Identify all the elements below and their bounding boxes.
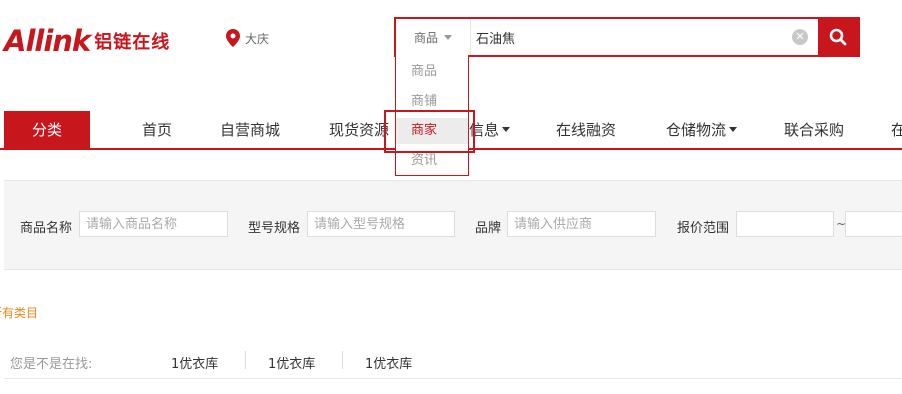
site-logo[interactable]: Allink 铝链在线 <box>4 24 171 58</box>
nav-item-label: 联合采购 <box>784 121 845 139</box>
all-categories-link[interactable]: 所有类目 <box>0 304 38 320</box>
search-bar: 商品 ✕ <box>394 17 860 57</box>
chevron-down-icon <box>729 127 738 132</box>
logo-chinese-name: 铝链在线 <box>94 32 171 53</box>
location-pin-icon <box>226 29 240 47</box>
search-type-select[interactable]: 商品 <box>396 19 471 55</box>
dropdown-option-product[interactable]: 商品 <box>396 59 468 85</box>
highlight-box <box>384 110 475 153</box>
search-input[interactable] <box>476 19 776 55</box>
location-selector[interactable]: 大庆 <box>226 29 269 47</box>
price-max-input[interactable] <box>845 211 902 237</box>
suggestion-link[interactable]: 1优衣库 <box>171 353 218 372</box>
suggestion-link[interactable]: 1优衣库 <box>365 353 412 372</box>
suggestion-divider <box>245 351 246 369</box>
search-type-label: 商品 <box>413 30 438 45</box>
logo-text: Allink <box>4 24 91 58</box>
nav-item-label: 自营商城 <box>220 121 281 139</box>
chevron-down-icon <box>502 127 511 132</box>
suggestion-label: 您是不是在找: <box>10 357 93 372</box>
nav-item-label: 在线融资 <box>556 121 617 139</box>
search-icon <box>829 28 847 46</box>
nav-item-label: 在 <box>891 121 902 139</box>
nav-item-truncated[interactable]: 在 <box>891 111 902 148</box>
suggestion-divider <box>342 351 343 369</box>
nav-item-joint-purchase[interactable]: 联合采购 <box>784 111 844 148</box>
nav-item-label: 现货资源 <box>329 121 390 139</box>
product-name-label: 商品名称 <box>20 221 73 236</box>
search-button[interactable] <box>818 19 858 55</box>
nav-item-logistics[interactable]: 仓储物流 <box>666 111 738 148</box>
spec-label: 型号规格 <box>248 221 301 236</box>
brand-label: 品牌 <box>475 221 502 236</box>
nav-item-self-mall[interactable]: 自营商城 <box>220 111 280 148</box>
spec-input[interactable] <box>307 211 455 237</box>
brand-input[interactable] <box>507 211 656 237</box>
location-city: 大庆 <box>245 31 270 46</box>
category-button[interactable]: 分类 <box>4 111 90 148</box>
nav-item-home[interactable]: 首页 <box>142 111 172 148</box>
suggestion-bar <box>4 343 902 379</box>
price-range-label: 报价范围 <box>677 221 730 236</box>
chevron-down-icon <box>444 34 452 40</box>
nav-item-info[interactable]: 信息 <box>469 111 511 148</box>
nav-item-label: 首页 <box>142 121 173 139</box>
product-name-input[interactable] <box>79 211 228 237</box>
price-min-input[interactable] <box>736 211 834 237</box>
all-categories-clip: 所有类目 <box>0 300 60 320</box>
nav-item-label: 仓储物流 <box>666 121 727 139</box>
nav-item-spot-resources[interactable]: 现货资源 <box>329 111 389 148</box>
nav-item-online-finance[interactable]: 在线融资 <box>556 111 616 148</box>
clear-icon[interactable]: ✕ <box>792 29 808 45</box>
suggestion-link[interactable]: 1优衣库 <box>268 353 315 372</box>
